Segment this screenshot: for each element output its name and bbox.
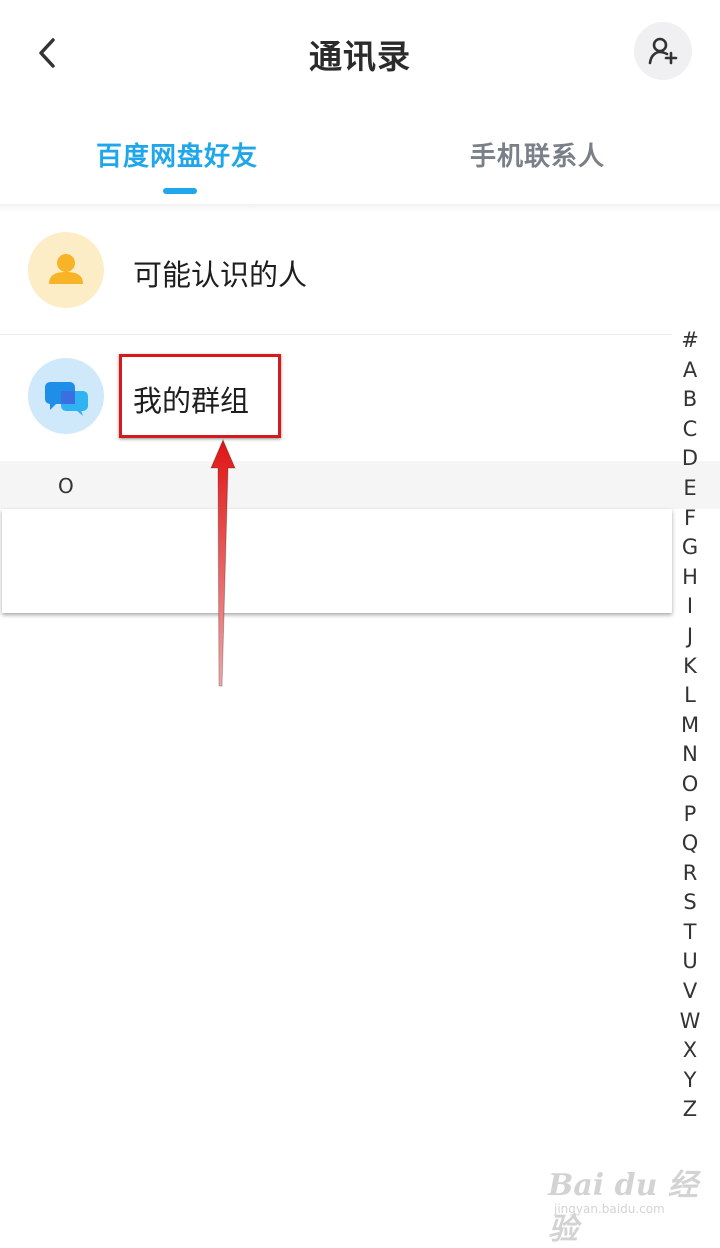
watermark-logo: Bai du 经验 jingyan.baidu.com bbox=[548, 1150, 718, 1247]
active-tab-indicator bbox=[163, 188, 197, 194]
page-title: 通讯录 bbox=[309, 37, 411, 76]
index-letter[interactable]: U bbox=[682, 947, 697, 977]
list-item-label: 可能认识的人 bbox=[133, 258, 308, 292]
index-letter[interactable]: Q bbox=[682, 829, 699, 859]
person-icon bbox=[49, 254, 83, 284]
watermark-brand: Bai du 经验 bbox=[548, 1168, 698, 1247]
index-letter[interactable]: D bbox=[682, 444, 698, 474]
index-letter[interactable]: V bbox=[683, 977, 697, 1007]
list-item-label: 我的群组 bbox=[133, 384, 250, 418]
index-letter[interactable]: R bbox=[683, 859, 698, 889]
index-letter[interactable]: B bbox=[683, 385, 697, 415]
index-letter[interactable]: G bbox=[682, 533, 698, 563]
annotation-arrow bbox=[210, 438, 236, 687]
index-letter[interactable]: F bbox=[684, 504, 696, 534]
section-header: O bbox=[0, 461, 720, 509]
index-letter[interactable]: L bbox=[684, 681, 696, 711]
add-person-icon bbox=[648, 37, 678, 65]
tab-phone-contacts[interactable]: 手机联系人 bbox=[470, 136, 605, 173]
index-letter[interactable]: E bbox=[683, 474, 696, 504]
index-letter[interactable]: P bbox=[684, 800, 697, 830]
chat-bubbles-icon bbox=[45, 382, 88, 416]
avatar bbox=[28, 358, 104, 434]
index-letter[interactable]: # bbox=[681, 326, 699, 356]
index-letter[interactable]: Y bbox=[684, 1066, 697, 1096]
index-letter[interactable]: J bbox=[687, 622, 693, 652]
avatar bbox=[28, 232, 104, 308]
section-letter: O bbox=[58, 474, 74, 498]
contact-card[interactable] bbox=[2, 509, 672, 613]
index-letter[interactable]: T bbox=[684, 918, 697, 948]
alphabet-index-bar[interactable]: # A B C D E F G H I J K L M N O P Q R S T U V W X Y Z bbox=[676, 326, 704, 1125]
index-letter[interactable]: A bbox=[683, 356, 697, 386]
index-letter[interactable]: M bbox=[681, 711, 699, 741]
index-letter[interactable]: C bbox=[683, 415, 698, 445]
index-letter[interactable]: W bbox=[680, 1007, 701, 1037]
index-letter[interactable]: Z bbox=[683, 1095, 697, 1125]
index-letter[interactable]: K bbox=[683, 652, 697, 682]
watermark-url: jingyan.baidu.com bbox=[554, 1202, 665, 1216]
index-letter[interactable]: O bbox=[682, 770, 699, 800]
list-item-my-groups[interactable]: 我的群组 bbox=[0, 334, 672, 460]
index-letter[interactable]: S bbox=[683, 888, 696, 918]
index-letter[interactable]: N bbox=[682, 740, 698, 770]
top-bar: 通讯录 bbox=[0, 0, 720, 104]
tab-baidu-friends[interactable]: 百度网盘好友 bbox=[96, 136, 258, 173]
list-item-people-you-may-know[interactable]: 可能认识的人 bbox=[0, 208, 672, 335]
index-letter[interactable]: H bbox=[682, 563, 698, 593]
tab-bar: 百度网盘好友 手机联系人 bbox=[0, 104, 720, 206]
index-letter[interactable]: I bbox=[687, 592, 693, 622]
index-letter[interactable]: X bbox=[683, 1036, 697, 1066]
add-friend-button[interactable] bbox=[634, 22, 692, 80]
